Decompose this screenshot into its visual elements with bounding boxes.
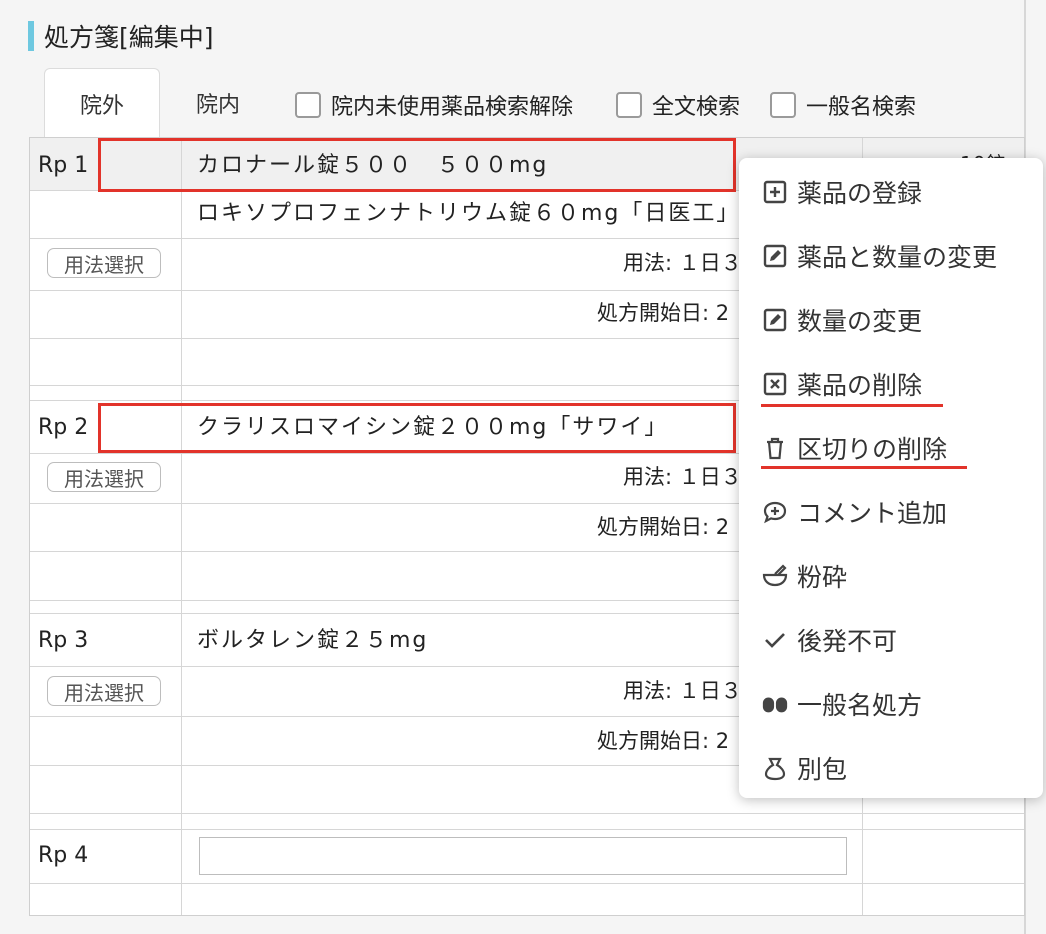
checkbox-label: 院内未使用薬品検索解除 — [331, 95, 574, 120]
rp3-youhou-text[interactable]: 用法: １日３ — [623, 676, 742, 706]
highlight-underline-delete-drug — [761, 404, 943, 407]
rp1-drug-name-2[interactable]: ロキソプロフェンナトリウム錠６０mg「日医工」 — [197, 199, 740, 229]
menu-item-label: 粉砕 — [797, 563, 848, 592]
checkbox-label: 一般名検索 — [806, 95, 917, 120]
plus-box-icon — [761, 178, 789, 206]
bag-icon — [761, 754, 789, 782]
menu-item-no-generic[interactable]: 後発不可 — [761, 620, 897, 660]
grid-divider — [30, 829, 1024, 830]
checkbox-fulltext-search[interactable]: 全文検索 — [616, 88, 740, 122]
mortar-icon — [761, 562, 789, 590]
edit-icon — [761, 242, 789, 270]
rp1-youhou-text[interactable]: 用法: １日３ — [623, 248, 742, 278]
comment-plus-icon — [761, 498, 789, 526]
menu-item-label: 別包 — [797, 755, 848, 784]
menu-item-generic-prescription[interactable]: 一般名処方 — [761, 684, 922, 724]
checkbox-label: 全文検索 — [652, 95, 741, 120]
rp3-drug-name[interactable]: ボルタレン錠２５mg — [197, 626, 428, 656]
menu-item-label: 数量の変更 — [797, 307, 923, 336]
menu-item-label: コメント追加 — [797, 499, 948, 528]
rp2-label: Rp 2 — [38, 415, 89, 440]
highlight-box-rp2 — [98, 403, 736, 453]
menu-item-crush[interactable]: 粉砕 — [761, 556, 847, 596]
checkbox-box[interactable] — [295, 92, 321, 118]
rp3-label: Rp 3 — [38, 628, 89, 653]
tab-innai[interactable]: 院内 — [178, 68, 258, 138]
rp2-youhou-text[interactable]: 用法: １日３ — [623, 462, 742, 492]
menu-item-change-drug-qty[interactable]: 薬品と数量の変更 — [761, 236, 997, 276]
grid-divider — [30, 813, 1024, 814]
rp1-start-date-text[interactable]: 処方開始日: 2 — [597, 298, 729, 328]
grid-divider — [181, 138, 182, 915]
rp4-label: Rp 4 — [38, 843, 89, 868]
menu-item-label: 薬品の登録 — [797, 179, 923, 208]
checkbox-generic-name-search[interactable]: 一般名検索 — [770, 88, 916, 122]
checkbox-box[interactable] — [770, 92, 796, 118]
check-icon — [761, 626, 789, 654]
tab-ingai[interactable]: 院外 — [44, 68, 160, 139]
menu-item-add-comment[interactable]: コメント追加 — [761, 492, 947, 532]
highlight-box-rp1 — [98, 138, 736, 192]
checkbox-unused-search-release[interactable]: 院内未使用薬品検索解除 — [295, 88, 573, 122]
rp4-drug-input[interactable] — [199, 837, 847, 875]
page-title: 処方箋[編集中] — [44, 23, 214, 52]
page-header: 処方箋[編集中] — [28, 20, 214, 52]
title-accent-bar — [28, 21, 34, 51]
menu-item-separate-pack[interactable]: 別包 — [761, 748, 847, 788]
menu-item-label: 後発不可 — [797, 627, 898, 656]
checkbox-box[interactable] — [616, 92, 642, 118]
menu-item-label: 一般名処方 — [797, 691, 923, 720]
menu-item-delete-separator[interactable]: 区切りの削除 — [761, 428, 947, 468]
menu-item-change-qty[interactable]: 数量の変更 — [761, 300, 922, 340]
rp1-label: Rp 1 — [38, 153, 89, 178]
edit-icon — [761, 306, 789, 334]
rp1-youhou-select-button[interactable]: 用法選択 — [47, 248, 161, 278]
rp2-youhou-select-button[interactable]: 用法選択 — [47, 462, 161, 492]
rp3-start-date-text[interactable]: 処方開始日: 2 — [597, 726, 729, 756]
close-box-icon — [761, 370, 789, 398]
pill-icon — [761, 690, 789, 718]
context-menu: 薬品の登録 薬品と数量の変更 数量の変更 薬品の削除 区切りの削除 コメント追加 — [739, 158, 1043, 798]
menu-item-label: 区切りの削除 — [797, 435, 948, 464]
highlight-underline-delete-separator — [761, 466, 967, 469]
grid-divider — [30, 883, 1024, 884]
rp2-start-date-text[interactable]: 処方開始日: 2 — [597, 512, 729, 542]
menu-item-register-drug[interactable]: 薬品の登録 — [761, 172, 922, 212]
menu-item-label: 薬品の削除 — [797, 371, 923, 400]
menu-item-label: 薬品と数量の変更 — [797, 243, 998, 272]
menu-item-delete-drug[interactable]: 薬品の削除 — [761, 364, 922, 404]
rp3-youhou-select-button[interactable]: 用法選択 — [47, 676, 161, 706]
trash-icon — [761, 434, 789, 462]
